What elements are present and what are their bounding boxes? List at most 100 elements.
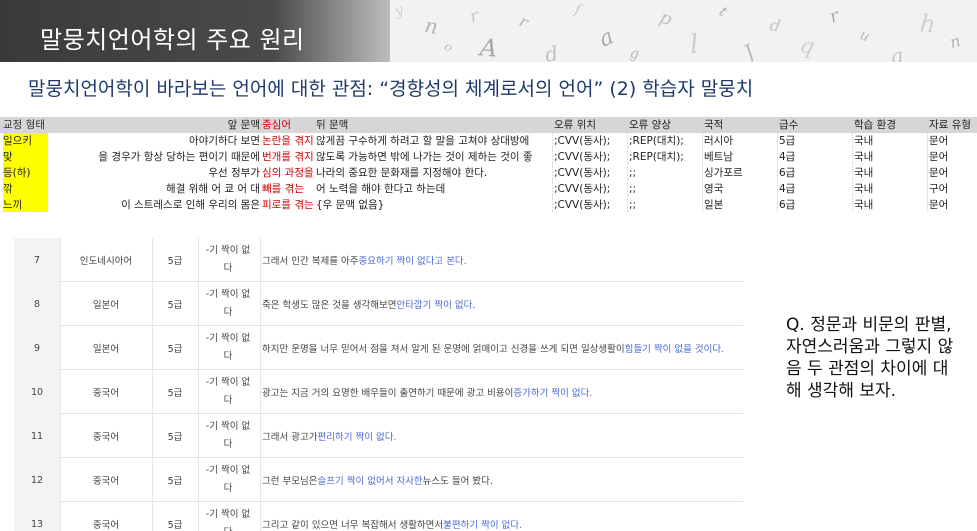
decor-letter: u [857, 26, 872, 46]
concordance-cell-error-type: ;; [629, 167, 637, 179]
table-row: 8 일본어 5급 -기 짝이 없 다 죽은 학생도 많은 것을 생각해보면 안타깝기 짝… [14, 282, 743, 326]
column-divider [260, 282, 261, 326]
row-sentence: 그래서 인간 복제를 아주 중요하기 짝이 없다고 본다. [260, 238, 743, 282]
decor-letter: f [573, 1, 583, 19]
concordance-cell-form: 일으키 [3, 133, 48, 149]
discussion-question: Q. 정문과 비문의 판별, 자연스러움과 그렇지 않음 두 관점의 차이에 대… [786, 315, 954, 401]
column-divider [198, 370, 199, 414]
column-divider [198, 282, 199, 326]
row-number: 9 [14, 326, 60, 370]
decor-letter: t [715, 3, 730, 21]
header-error-type: 오류 양상 [629, 119, 671, 131]
row-level: 5급 [167, 300, 183, 311]
row-level: 5급 [167, 476, 183, 487]
row-level: 5급 [167, 388, 183, 399]
sentence-text: 그래서 광고가 [262, 432, 318, 443]
concordance-cell-error-type: ;REP(대치); [629, 151, 684, 163]
decor-letter: r [467, 5, 482, 28]
concordance-cell-center: 피로를 겪는다. [262, 199, 314, 211]
sentence-highlight: 불편하기 짝이 없다. [443, 520, 523, 531]
decor-letter: g [628, 45, 641, 62]
sentence-text: 그래서 인간 복제를 아주 [262, 256, 359, 267]
sentence-text: 뉴스도 들어 봤다. [422, 476, 493, 487]
column-divider [152, 282, 153, 326]
column-divider [60, 238, 61, 282]
concordance-cell-level: 4급 [779, 151, 796, 163]
concordance-cell-environment: 국내 [854, 135, 874, 147]
concordance-cell-environment: 국내 [854, 151, 874, 163]
column-divider [198, 238, 199, 282]
concordance-cell-environment: 국내 [854, 167, 874, 179]
row-marker: -기 짝이 없 다 [205, 377, 251, 406]
table-row: 7 인도네시아어 5급 -기 짝이 없 다 그래서 인간 복제를 아주 중요하기 짝이 … [14, 238, 743, 282]
row-sentence: 죽은 학생도 많은 것을 생각해보면 안타깝기 짝이 없다. [260, 282, 743, 326]
row-number: 11 [14, 414, 60, 458]
concordance-cell-environment: 국내 [854, 199, 874, 211]
concordance-row: 깎 해결 위해 어 쿄 어 대 빼를 겪는 어 노력을 해야 한다고 하는데 ;CVV(… [0, 181, 977, 197]
decor-letter: d [543, 41, 560, 62]
concordance-cell-back: {우 문맥 없음} [316, 199, 385, 211]
concordance-gridline [927, 133, 928, 212]
decor-letter: q [797, 32, 818, 61]
concordance-cell-level: 5급 [779, 135, 796, 147]
table-row: 9 일본어 5급 -기 짝이 없 다 하지만 운명을 너무 믿어서 점을 져서 알게 된… [14, 326, 743, 370]
header-band: ynorArdfagpltJdqrughn 말뭉치언어학의 주요 원리 [0, 0, 977, 62]
decor-letter: d [768, 15, 782, 36]
header-error-pos: 오류 위치 [554, 119, 596, 131]
sentence-text: 죽은 학생도 많은 것을 생각해보면 [262, 300, 397, 311]
concordance-row: 일으키 아야기하다 보면 논란을 겪지 않게끔 구수하게 하려고 할 말을 고쳐야 상… [0, 133, 977, 149]
concordance-cell-back: 어 노력을 해야 한다고 하는데 [316, 183, 446, 195]
slide-subtitle: 말뭉치언어학이 바라보는 언어에 대한 관점: “경향성의 체계로서의 언어” … [28, 78, 754, 100]
concordance-cell-nationality: 영국 [704, 183, 724, 195]
row-sentence: 하지만 운명을 너무 믿어서 점을 져서 알게 된 운명에 얽매이고 신경을 쓰… [260, 326, 743, 370]
concordance-table: 교정 형태 앞 문맥 중심어 뒤 문맥 오류 위치 오류 양상 국적 급수 학습… [0, 117, 977, 212]
concordance-cell-back: 않게끔 구수하게 하려고 할 말을 고쳐야 상대방에 [316, 135, 530, 147]
decor-letter: o [441, 39, 456, 55]
column-divider [198, 414, 199, 458]
sentence-highlight: 힘들기 짝이 없을 것이다. [624, 344, 725, 355]
row-level: 5급 [167, 520, 183, 531]
column-divider [60, 414, 61, 458]
row-number: 7 [14, 238, 60, 282]
concordance-cell-center: 심의 과정을 겪고 [262, 167, 314, 179]
decor-letter: h [918, 9, 937, 39]
row-marker: -기 짝이 없 다 [205, 289, 251, 318]
concordance-row: 맞 을 경우가 항상 당하는 편이기 때문에 번개를 겪지 않도록 가능하면 밖에 나… [0, 149, 977, 165]
concordance-cell-error-pos: ;CVV(동사); [554, 183, 611, 195]
row-marker: -기 짝이 없 다 [205, 333, 251, 362]
column-divider [152, 414, 153, 458]
table-row: 11 중국어 5급 -기 짝이 없 다 그래서 광고가 편리하기 짝이 없다. [14, 414, 743, 458]
concordance-cell-error-pos: ;CVV(동사); [554, 199, 611, 211]
concordance-cell-form: 맞 [3, 149, 48, 165]
column-divider [198, 458, 199, 502]
column-divider [198, 326, 199, 370]
concordance-cell-level: 6급 [779, 199, 796, 211]
row-nationality: 일본어 [92, 344, 120, 355]
table-row: 10 중국어 5급 -기 짝이 없 다 광고는 지금 거의 요명한 배우들이 출연하기 … [14, 370, 743, 414]
row-sentence: 그래서 광고가 편리하기 짝이 없다. [260, 414, 743, 458]
decor-letter: J [739, 39, 759, 62]
concordance-cell-material: 구어 [929, 183, 949, 195]
decor-letter: l [688, 29, 700, 61]
concordance-cell-form: 느끼 [3, 197, 48, 212]
concordance-cell-level: 4급 [779, 183, 796, 195]
row-level: 5급 [167, 344, 183, 355]
row-sentence: 그리고 같이 있으면 너무 복잡해서 생활하면서 불편하기 짝이 없다. [260, 502, 743, 531]
column-divider [152, 238, 153, 282]
concordance-cell-back: 나라의 중요한 문화재를 지정해야 한다. [316, 167, 488, 179]
header-front-context: 앞 문맥 [227, 119, 260, 131]
column-divider [152, 502, 153, 531]
row-marker: -기 짝이 없 다 [205, 421, 251, 450]
concordance-cell-error-type: ;; [629, 183, 637, 195]
row-number: 8 [14, 282, 60, 326]
concordance-cell-center: 논란을 겪지 [262, 135, 314, 147]
header-material: 자료 유형 [929, 119, 971, 131]
concordance-cell-error-type: ;REP(대치); [629, 135, 684, 147]
concordance-cell-back: 않도록 가능하면 밖에 나가는 것이 제하는 것이 좋 [316, 151, 533, 163]
concordance-cell-material: 문어 [929, 151, 949, 163]
table-row: 12 중국어 5급 -기 짝이 없 다 그런 부모님은 슬프기 짝이 없어서 자사한 뉴… [14, 458, 743, 502]
concordance-cell-environment: 국내 [854, 183, 874, 195]
sentence-highlight: 증가하기 짝이 없다. [513, 388, 593, 399]
row-nationality: 중국어 [92, 432, 120, 443]
row-sentence: 광고는 지금 거의 요명한 배우들이 출연하기 때문에 광고 비용이 증가하기 … [260, 370, 743, 414]
